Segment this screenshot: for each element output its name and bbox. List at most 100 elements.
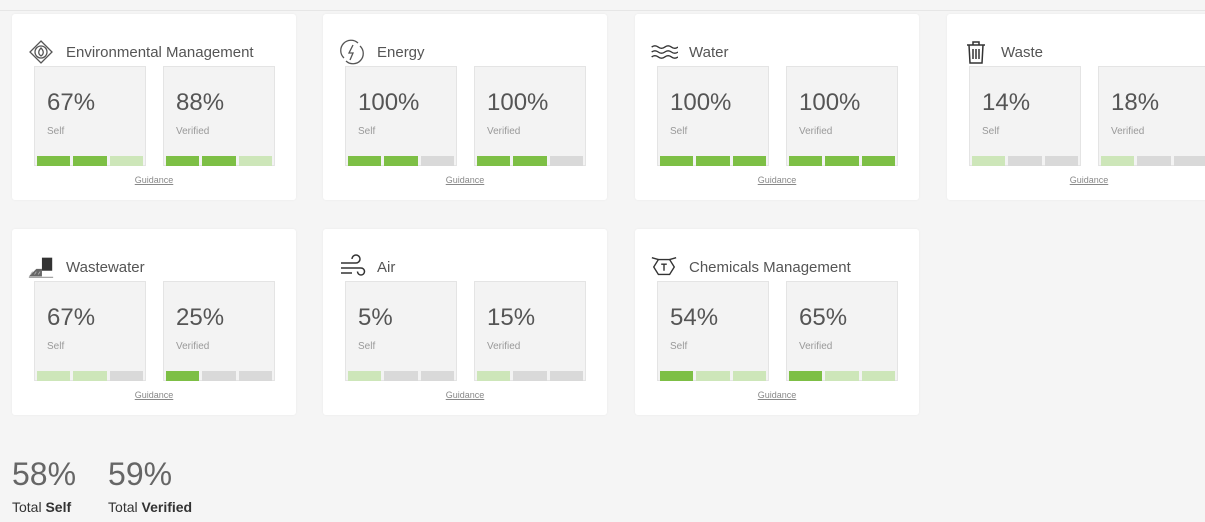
verified-score-value: 100% bbox=[799, 89, 861, 116]
progress-segment-light bbox=[696, 371, 730, 381]
guidance-link[interactable]: Guidance bbox=[635, 390, 919, 400]
verified-progress-bar bbox=[166, 156, 272, 166]
wastewater-icon bbox=[26, 252, 56, 282]
verified-progress-bar bbox=[789, 156, 895, 166]
progress-segment-empty bbox=[1173, 156, 1205, 166]
self-score-box: 14% Self bbox=[969, 66, 1081, 166]
trash-icon bbox=[961, 37, 991, 67]
progress-segment-light bbox=[732, 371, 766, 381]
progress-segment-empty bbox=[513, 371, 547, 381]
progress-segment-empty bbox=[202, 371, 236, 381]
verified-progress-bar bbox=[1101, 156, 1205, 166]
self-score-value: 100% bbox=[358, 89, 420, 116]
progress-segment-light bbox=[972, 156, 1006, 166]
progress-segment-full bbox=[825, 156, 859, 166]
self-progress-bar bbox=[348, 156, 454, 166]
card-title: Wastewater bbox=[66, 258, 145, 276]
progress-segment-empty bbox=[549, 156, 583, 166]
progress-segment-full bbox=[732, 156, 766, 166]
progress-segment-empty bbox=[420, 156, 454, 166]
verified-score-label: Verified bbox=[487, 126, 521, 137]
totals-summary: 58% Total Self 59% Total Verified bbox=[12, 456, 224, 515]
progress-segment-full bbox=[660, 156, 694, 166]
self-score-value: 5% bbox=[358, 304, 393, 331]
progress-segment-full bbox=[166, 156, 200, 166]
progress-segment-empty bbox=[238, 371, 272, 381]
verified-score-value: 25% bbox=[176, 304, 225, 331]
progress-segment-empty bbox=[1044, 156, 1078, 166]
self-progress-bar bbox=[972, 156, 1078, 166]
guidance-link[interactable]: Guidance bbox=[635, 175, 919, 185]
progress-segment-light bbox=[477, 371, 511, 381]
guidance-link[interactable]: Guidance bbox=[323, 175, 607, 185]
verified-progress-bar bbox=[789, 371, 895, 381]
verified-progress-bar bbox=[477, 371, 583, 381]
verified-score-box: 15% Verified bbox=[474, 281, 586, 381]
progress-segment-full bbox=[166, 371, 200, 381]
self-score-value: 67% bbox=[47, 89, 96, 116]
guidance-link[interactable]: Guidance bbox=[947, 175, 1205, 185]
progress-segment-light bbox=[37, 371, 71, 381]
water-icon bbox=[649, 37, 679, 67]
card-water: Water 100% Self 100% Verified Guidance bbox=[635, 14, 919, 200]
self-progress-bar bbox=[660, 371, 766, 381]
progress-segment-light bbox=[73, 371, 107, 381]
card-header: Environmental Management bbox=[26, 37, 254, 67]
self-score-value: 54% bbox=[670, 304, 719, 331]
total-verified-label: Total Verified bbox=[108, 499, 193, 515]
progress-segment-empty bbox=[549, 371, 583, 381]
verified-score-label: Verified bbox=[487, 341, 521, 352]
guidance-link[interactable]: Guidance bbox=[12, 390, 296, 400]
progress-segment-full bbox=[477, 156, 511, 166]
card-header: Water bbox=[649, 37, 728, 67]
self-score-label: Self bbox=[358, 126, 376, 137]
self-score-label: Self bbox=[358, 341, 376, 352]
verified-score-box: 100% Verified bbox=[474, 66, 586, 166]
top-divider bbox=[0, 10, 1205, 11]
verified-score-label: Verified bbox=[176, 341, 210, 352]
guidance-link[interactable]: Guidance bbox=[323, 390, 607, 400]
card-waste: Waste 14% Self 18% Verified Guidance bbox=[947, 14, 1205, 200]
progress-segment-empty bbox=[420, 371, 454, 381]
progress-segment-full bbox=[789, 156, 823, 166]
progress-segment-full bbox=[202, 156, 236, 166]
verified-score-box: 18% Verified bbox=[1098, 66, 1205, 166]
verified-score-value: 88% bbox=[176, 89, 225, 116]
card-environmental-management: Environmental Management 67% Self 88% Ve… bbox=[12, 14, 296, 200]
card-title: Energy bbox=[377, 43, 425, 61]
progress-segment-full bbox=[73, 156, 107, 166]
verified-score-label: Verified bbox=[799, 341, 833, 352]
card-header: Wastewater bbox=[26, 252, 145, 282]
self-progress-bar bbox=[37, 371, 143, 381]
progress-segment-full bbox=[861, 156, 895, 166]
progress-segment-light bbox=[348, 371, 382, 381]
self-score-box: 67% Self bbox=[34, 281, 146, 381]
verified-progress-bar bbox=[477, 156, 583, 166]
self-score-label: Self bbox=[670, 126, 688, 137]
card-title: Air bbox=[377, 258, 396, 276]
self-score-label: Self bbox=[670, 341, 688, 352]
verified-score-value: 100% bbox=[487, 89, 549, 116]
verified-score-box: 100% Verified bbox=[786, 66, 898, 166]
card-energy: Energy 100% Self 100% Verified Guidance bbox=[323, 14, 607, 200]
self-score-box: 67% Self bbox=[34, 66, 146, 166]
verified-progress-bar bbox=[166, 371, 272, 381]
verified-score-box: 88% Verified bbox=[163, 66, 275, 166]
progress-segment-light bbox=[109, 156, 143, 166]
guidance-link[interactable]: Guidance bbox=[12, 175, 296, 185]
self-score-box: 100% Self bbox=[657, 66, 769, 166]
verified-score-value: 65% bbox=[799, 304, 848, 331]
chemicals-icon bbox=[649, 252, 679, 282]
progress-segment-light bbox=[1101, 156, 1135, 166]
self-score-value: 100% bbox=[670, 89, 732, 116]
card-header: Chemicals Management bbox=[649, 252, 851, 282]
progress-segment-full bbox=[696, 156, 730, 166]
card-title: Waste bbox=[1001, 43, 1043, 61]
verified-score-label: Verified bbox=[799, 126, 833, 137]
progress-segment-full bbox=[660, 371, 694, 381]
card-title: Chemicals Management bbox=[689, 258, 851, 276]
progress-segment-full bbox=[348, 156, 382, 166]
card-header: Energy bbox=[337, 37, 425, 67]
self-progress-bar bbox=[37, 156, 143, 166]
card-title: Environmental Management bbox=[66, 43, 254, 61]
